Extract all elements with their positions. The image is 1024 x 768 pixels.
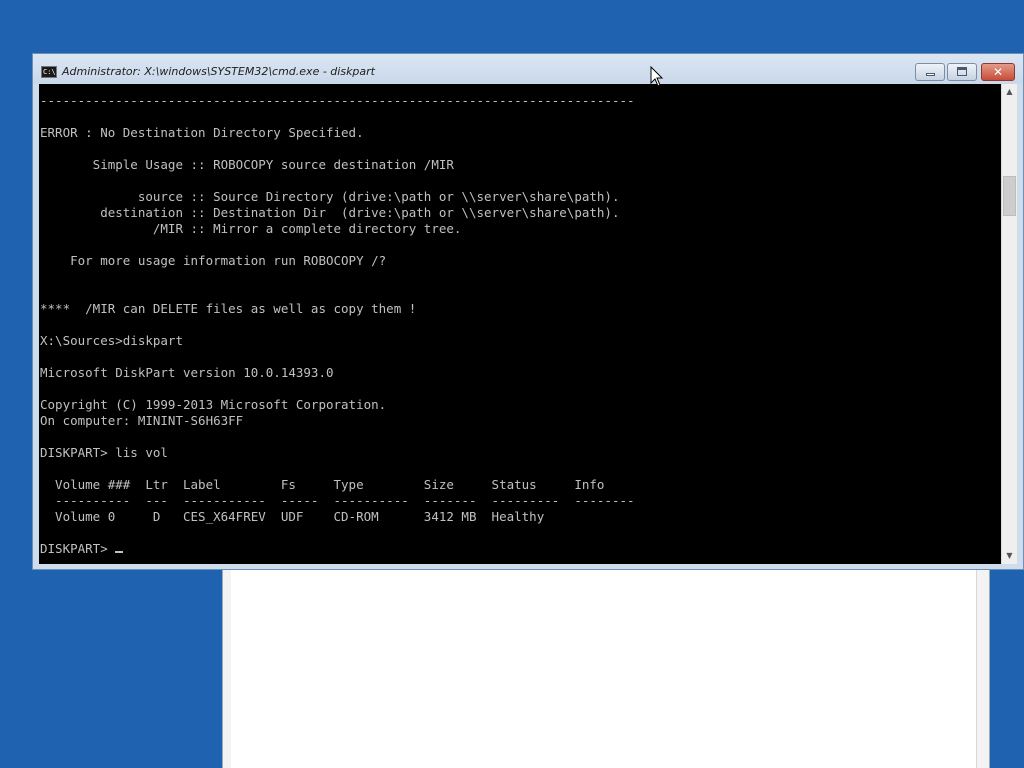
setup-window-background — [222, 560, 990, 768]
text-cursor — [115, 551, 124, 553]
cmd-window: C:\ Administrator: X:\windows\SYSTEM32\c… — [32, 53, 1024, 570]
console-line: destination :: Destination Dir (drive:\p… — [100, 205, 620, 220]
console-line: Copyright (C) 1999-2013 Microsoft Corpor… — [40, 397, 387, 412]
minimize-icon — [926, 73, 935, 76]
console-output[interactable]: ----------------------------------------… — [39, 84, 1001, 564]
console-line: Volume 0 D CES_X64FREV UDF CD-ROM 3412 M… — [55, 509, 545, 524]
window-title: Administrator: X:\windows\SYSTEM32\cmd.e… — [62, 65, 375, 78]
scroll-down-icon[interactable]: ▼ — [1002, 548, 1017, 564]
console-text: ----------------------------------------… — [39, 84, 1001, 557]
console-line: ERROR : No Destination Directory Specifi… — [40, 125, 364, 140]
console-lines: ----------------------------------------… — [40, 93, 635, 524]
console-line: ---------- --- ----------- ----- -------… — [55, 493, 635, 508]
console-line: For more usage information run ROBOCOPY … — [70, 253, 387, 268]
close-button[interactable]: ✕ — [981, 63, 1015, 81]
minimize-button[interactable] — [915, 63, 945, 81]
console-prompt: DISKPART> — [40, 541, 116, 556]
console-line: source :: Source Directory (drive:\path … — [137, 189, 620, 204]
vertical-scrollbar[interactable]: ▲ ▼ — [1001, 84, 1017, 564]
console-line: Simple Usage :: ROBOCOPY source destinat… — [92, 157, 454, 172]
setup-window-content — [231, 560, 977, 768]
cmd-icon[interactable]: C:\ — [41, 66, 57, 78]
mouse-pointer-icon — [650, 66, 664, 87]
close-icon: ✕ — [992, 65, 1004, 79]
console-line: On computer: MININT-S6H63FF — [40, 413, 244, 428]
console-line: **** /MIR can DELETE files as well as co… — [40, 301, 417, 316]
console-line: DISKPART> lis vol — [40, 445, 168, 460]
console-line: /MIR :: Mirror a complete directory tree… — [152, 221, 462, 236]
title-bar[interactable]: C:\ Administrator: X:\windows\SYSTEM32\c… — [33, 54, 1023, 84]
console-line: Microsoft DiskPart version 10.0.14393.0 — [40, 365, 334, 380]
maximize-button[interactable] — [947, 63, 977, 81]
scroll-up-icon[interactable]: ▲ — [1002, 84, 1017, 100]
console-line: ----------------------------------------… — [40, 93, 635, 108]
console-line: X:\Sources>diskpart — [40, 333, 183, 348]
console-line: Volume ### Ltr Label Fs Type Size Status… — [55, 477, 605, 492]
scroll-thumb[interactable] — [1003, 176, 1016, 216]
maximize-icon — [957, 67, 967, 76]
